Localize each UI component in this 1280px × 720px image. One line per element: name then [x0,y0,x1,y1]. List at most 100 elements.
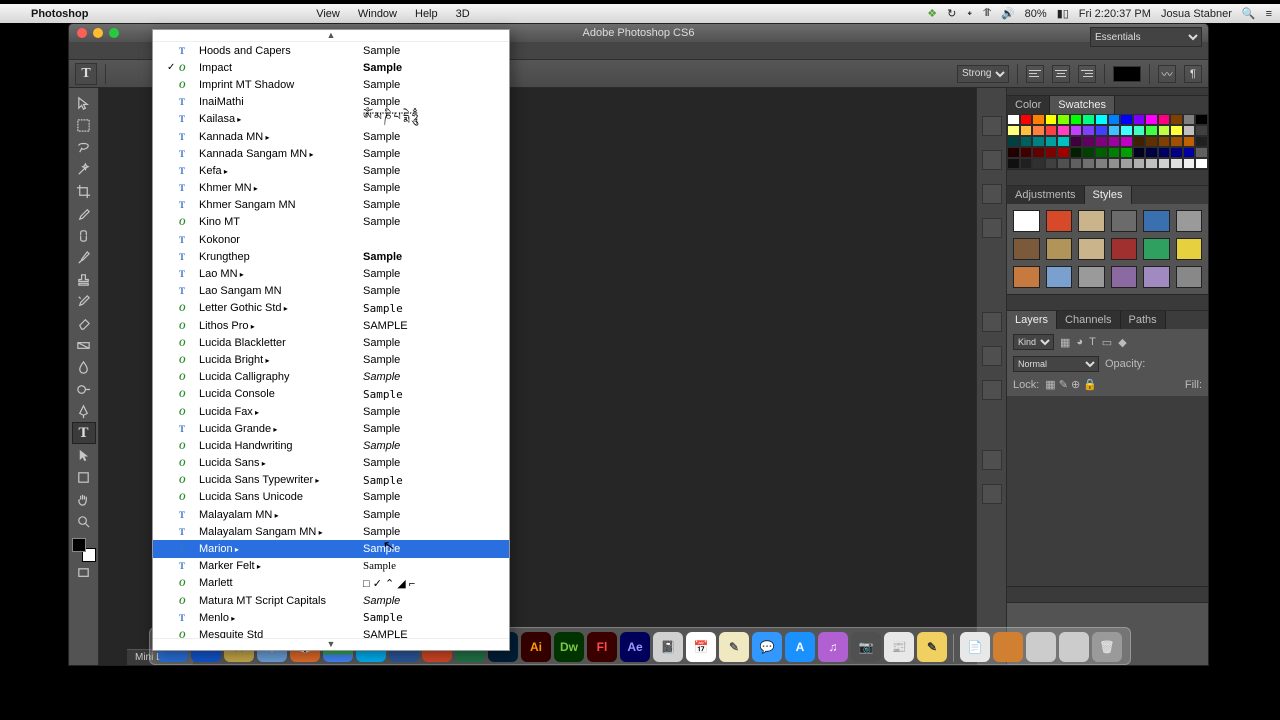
blur-tool[interactable] [72,356,96,378]
font-option[interactable]: TMenloSample [153,609,509,626]
swatch[interactable] [1082,136,1095,147]
font-option[interactable]: OLetter Gothic StdSample [153,300,509,317]
swatch[interactable] [1120,147,1133,158]
font-option[interactable]: ✓OImpactSample [153,59,509,76]
swatch[interactable] [1170,125,1183,136]
swatch[interactable] [1045,147,1058,158]
swatch[interactable] [1133,136,1146,147]
swatch[interactable] [1095,147,1108,158]
panel-icon[interactable] [982,450,1002,470]
swatch[interactable] [1057,125,1070,136]
notification-icon[interactable]: ≡ [1266,8,1272,20]
font-option[interactable]: OMesquite StdSAMPLE [153,626,509,638]
dock-app[interactable]: 📰 [884,632,914,662]
swatch[interactable] [1145,114,1158,125]
dock-app[interactable]: Ai [521,632,551,662]
font-option[interactable]: TMalayalam MNSample [153,506,509,523]
layer-filter-kind[interactable]: Kind [1013,334,1054,350]
swatch[interactable] [1057,114,1070,125]
font-option[interactable]: TKokonor [153,231,509,248]
swatch[interactable] [1120,114,1133,125]
menu-window[interactable]: Help [406,8,447,20]
swatch[interactable] [1007,147,1020,158]
wand-tool[interactable] [72,158,96,180]
style-preset[interactable] [1078,238,1105,260]
swatch[interactable] [1045,158,1058,169]
swatch[interactable] [1045,114,1058,125]
swatch[interactable] [1095,114,1108,125]
swatch[interactable] [1170,147,1183,158]
swatch[interactable] [1170,114,1183,125]
dock-app[interactable]: Dw [554,632,584,662]
bluetooth-icon[interactable]: ᛭ [966,8,973,20]
dock-app[interactable]: 📄 [960,632,990,662]
font-option[interactable]: OLucida CalligraphySample [153,369,509,386]
font-option[interactable]: OLucida BrightSample [153,351,509,368]
font-option[interactable]: TKrungthepSample [153,248,509,265]
panel-icon[interactable] [982,346,1002,366]
swatch[interactable] [1158,136,1171,147]
dock-app[interactable]: Fl [587,632,617,662]
style-preset[interactable] [1078,210,1105,232]
style-preset[interactable] [1078,266,1105,288]
style-preset[interactable] [1046,266,1073,288]
styles-tab[interactable]: Styles [1085,186,1132,204]
scroll-down-arrow[interactable]: ▼ [153,638,509,650]
font-option[interactable]: OLucida BlackletterSample [153,334,509,351]
hand-tool[interactable] [72,488,96,510]
swatch[interactable] [1057,158,1070,169]
pen-tool[interactable] [72,400,96,422]
crop-tool[interactable] [72,180,96,202]
brush-tool[interactable] [72,246,96,268]
swatch[interactable] [1095,125,1108,136]
swatch[interactable] [1183,114,1196,125]
panel-icon[interactable] [982,150,1002,170]
swatches-tab[interactable]: Swatches [1050,96,1115,114]
swatch[interactable] [1195,125,1208,136]
layers-tab[interactable]: Layers [1007,311,1057,329]
dock-app[interactable]: 📅 [686,632,716,662]
swatch[interactable] [1082,147,1095,158]
spotlight-icon[interactable]: 🔍 [1242,7,1256,20]
swatch[interactable] [1120,125,1133,136]
swatch[interactable] [1007,158,1020,169]
style-preset[interactable] [1013,238,1040,260]
font-family-dropdown[interactable]: ▲ THoods and CapersSample✓OImpactSampleO… [152,29,510,651]
font-option[interactable]: TMarionSample [153,540,509,557]
style-preset[interactable] [1013,266,1040,288]
font-option[interactable]: TKhmer MNSample [153,180,509,197]
clock[interactable]: Fri 2:20:37 PM [1079,8,1151,20]
swatch[interactable] [1007,125,1020,136]
menu-3d[interactable]: View [307,8,349,20]
panel-icon[interactable] [982,184,1002,204]
swatch[interactable] [1108,125,1121,136]
swatch[interactable] [1195,158,1208,169]
style-preset[interactable] [1143,238,1170,260]
swatch[interactable] [1045,125,1058,136]
scroll-up-arrow[interactable]: ▲ [153,30,509,42]
move-tool[interactable] [72,92,96,114]
font-option[interactable]: TKailasaཨོཾ་མ་ཎི་པ་དྨེ་ཧཱུྃ [153,111,509,128]
swatch[interactable] [1158,147,1171,158]
style-preset[interactable] [1176,210,1203,232]
swatch[interactable] [1133,125,1146,136]
dock-app[interactable]: ✎ [719,632,749,662]
swatch[interactable] [1070,125,1083,136]
swatch[interactable] [1020,125,1033,136]
font-option[interactable]: OLucida Sans UnicodeSample [153,489,509,506]
swatch[interactable] [1158,125,1171,136]
screen-mode[interactable] [72,562,96,584]
align-left[interactable] [1026,65,1044,83]
swatch[interactable] [1158,114,1171,125]
style-preset[interactable] [1111,210,1138,232]
font-option[interactable]: OLucida Sans TypewriterSample [153,472,509,489]
font-option[interactable]: OLucida HandwritingSample [153,437,509,454]
dock-app[interactable] [1026,632,1056,662]
font-option[interactable]: OLucida SansSample [153,455,509,472]
dock-app[interactable]: Ae [620,632,650,662]
path-select-tool[interactable] [72,444,96,466]
panel-icon[interactable] [982,218,1002,238]
align-right[interactable] [1078,65,1096,83]
volume-icon[interactable]: 🔊 [1001,7,1015,20]
battery-icon[interactable]: ▮▯ [1057,7,1069,20]
